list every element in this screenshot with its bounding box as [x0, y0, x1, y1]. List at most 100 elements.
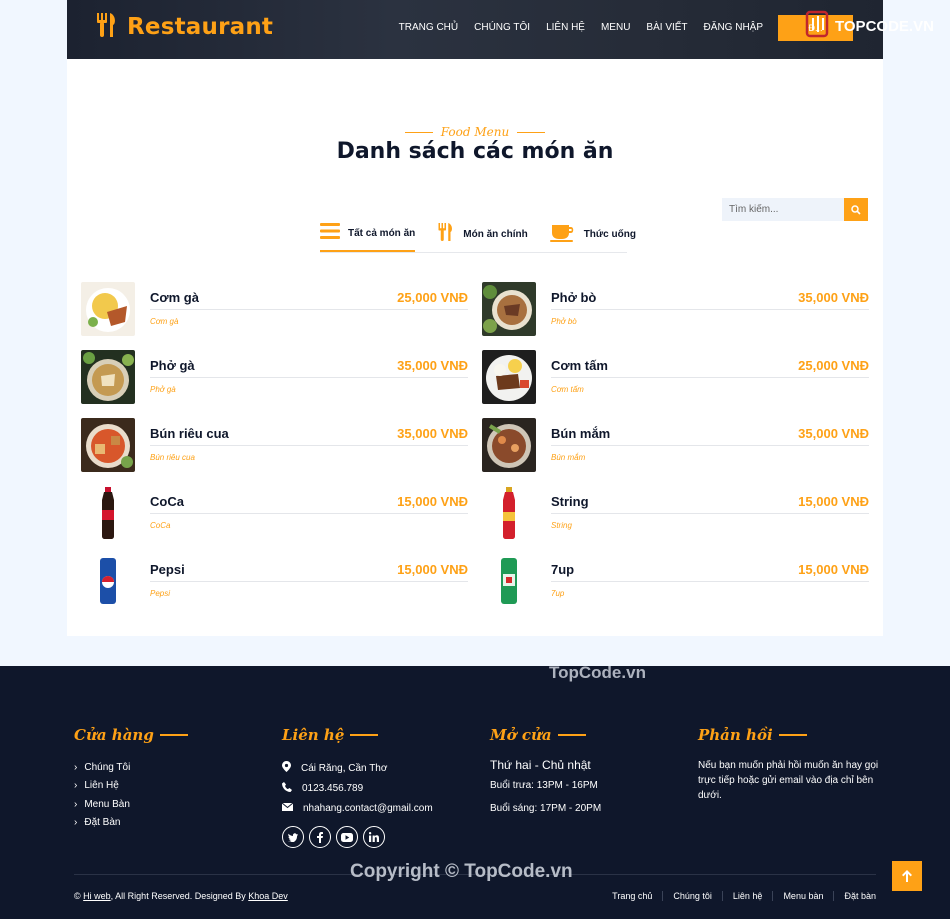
menu-item[interactable]: Cơm gà 25,000 VNĐ Cơm gà [81, 282, 468, 336]
envelope-icon [281, 802, 294, 814]
dish-price: 25,000 VNĐ [798, 358, 869, 373]
subtitle-line-right [517, 131, 546, 133]
dish-image-fish-noodle [482, 418, 536, 472]
nav-item-about[interactable]: CHÚNG TÔI [474, 22, 530, 33]
dish-description: Pepsi [150, 589, 171, 598]
brand-logo[interactable]: Restaurant [95, 12, 273, 42]
footer-link-booking[interactable]: › Đặt Bàn [74, 814, 188, 833]
footer-bottom-nav: Trang chủ Chúng tôi Liên hệ Menu bàn Đặt… [612, 891, 876, 901]
back-to-top-button[interactable] [892, 861, 922, 891]
footer-contact-column: Liên hệ Cái Răng, Cần Thơ 0123.456.789 n… [281, 726, 433, 848]
footer-link-menu[interactable]: › Menu Bàn [74, 795, 188, 814]
dish-divider [551, 377, 869, 378]
dish-name: Pepsi [150, 562, 185, 577]
menu-item[interactable]: Cơm tấm 25,000 VNĐ Cơm tấm [482, 350, 869, 404]
dish-price: 25,000 VNĐ [397, 290, 468, 305]
dish-description: CoCa [150, 521, 171, 530]
dish-divider [551, 445, 869, 446]
page-title: Danh sách các món ăn [336, 139, 614, 164]
footer-nav-contact[interactable]: Liên hệ [723, 891, 774, 901]
footer-link-about[interactable]: › Chúng Tôi [74, 758, 188, 777]
copyright: © Hi web, All Right Reserved. Designed B… [74, 891, 288, 901]
footer-phone[interactable]: 0123.456.789 [282, 778, 433, 798]
tabs-divider [320, 252, 627, 253]
footer-nav-booking[interactable]: Đặt bàn [834, 891, 876, 901]
menu-item[interactable]: Bún riêu cua 35,000 VNĐ Bún riêu cua [81, 418, 468, 472]
menu-item[interactable]: 7up 15,000 VNĐ 7up [482, 554, 869, 608]
main-nav: TRANG CHỦ CHÚNG TÔI LIÊN HỆ MENU BÀI VIẾ… [399, 22, 763, 33]
tab-drinks[interactable]: Thức uống [549, 218, 636, 252]
topcode-watermark-middle: TopCode.vn [549, 663, 646, 682]
subtitle-text: Food Menu [440, 125, 510, 140]
utensils-icon [437, 221, 455, 247]
drink-image-pepsi-can [81, 554, 135, 608]
dish-name: CoCa [150, 494, 184, 509]
chevron-right-icon: › [74, 761, 78, 773]
copyright-site-link[interactable]: Hi web [83, 891, 111, 901]
menu-item[interactable]: Pepsi 15,000 VNĐ Pepsi [81, 554, 468, 608]
search-icon [851, 200, 861, 219]
footer-link-contact[interactable]: › Liên Hệ [74, 777, 188, 796]
menu-item[interactable]: CoCa 15,000 VNĐ CoCa [81, 486, 468, 540]
dish-description: Bún riêu cua [150, 453, 195, 462]
dish-name: Phở bò [551, 290, 597, 305]
dish-name: Bún riêu cua [150, 426, 229, 441]
footer-address: Cái Răng, Cần Thơ [282, 758, 433, 778]
copyright-author-link[interactable]: Khoa Dev [248, 891, 288, 901]
navbar: Restaurant TRANG CHỦ CHÚNG TÔI LIÊN HỆ M… [67, 0, 883, 59]
dish-image-pho-beef [482, 282, 536, 336]
footer-heading: Phản hồi [698, 726, 883, 744]
opening-morning: Buổi sáng: 17PM - 20PM [490, 803, 602, 814]
tab-all-dishes[interactable]: Tất cả món ăn [320, 218, 416, 252]
twitter-icon[interactable] [282, 826, 304, 848]
chevron-right-icon: › [74, 798, 78, 810]
youtube-icon[interactable] [336, 826, 358, 848]
linkedin-icon[interactable] [363, 826, 385, 848]
footer-nav-about[interactable]: Chúng tôi [663, 891, 723, 901]
dish-price: 35,000 VNĐ [397, 358, 468, 373]
footer-heading: Liên hệ [282, 726, 433, 744]
dish-price: 35,000 VNĐ [798, 290, 869, 305]
dish-image-broken-rice [482, 350, 536, 404]
dish-price: 15,000 VNĐ [798, 494, 869, 509]
dish-divider [150, 445, 468, 446]
menu-item[interactable]: Bún mắm 35,000 VNĐ Bún mắm [482, 418, 869, 472]
topcode-logo-icon [805, 10, 831, 42]
menu-item[interactable]: Phở bò 35,000 VNĐ Phở bò [482, 282, 869, 336]
footer-heading: Mở cửa [490, 726, 601, 744]
dish-description: Cơm tấm [551, 385, 584, 394]
footer-nav-menu[interactable]: Menu bàn [773, 891, 835, 901]
nav-item-menu[interactable]: MENU [601, 22, 630, 33]
drink-image-coke-bottle [81, 486, 135, 540]
menu-item[interactable]: Phở gà 35,000 VNĐ Phở gà [81, 350, 468, 404]
drink-image-7up-can [482, 554, 536, 608]
subtitle-line-left [404, 131, 433, 133]
nav-item-contact[interactable]: LIÊN HỆ [546, 22, 585, 33]
dish-description: Phở gà [150, 385, 176, 394]
footer-store-column: Cửa hàng › Chúng Tôi › Liên Hệ › Menu Bàn ›… [74, 726, 188, 832]
search-button[interactable] [844, 198, 868, 221]
tab-label: Tất cả món ăn [348, 227, 416, 239]
list-icon [320, 222, 340, 244]
footer-nav-home[interactable]: Trang chủ [612, 891, 664, 901]
nav-item-home[interactable]: TRANG CHỦ [399, 22, 458, 33]
nav-item-login[interactable]: ĐĂNG NHẬP [704, 22, 763, 33]
footer-email[interactable]: nhahang.contact@gmail.com [281, 798, 433, 818]
footer-opening-column: Mở cửa Thứ hai - Chủ nhật Buổi trưa: 13P… [490, 726, 601, 814]
facebook-icon[interactable] [309, 826, 331, 848]
nav-item-blog[interactable]: BÀI VIẾT [646, 22, 687, 33]
menu-item[interactable]: String 15,000 VNĐ String [482, 486, 869, 540]
coffee-icon [549, 222, 576, 246]
tab-main-dishes[interactable]: Món ăn chính [437, 218, 528, 252]
drink-image-sting-bottle [482, 486, 536, 540]
dish-divider [150, 581, 468, 582]
dish-name: Cơm gà [150, 290, 199, 305]
dish-image-crab-noodle [81, 418, 135, 472]
dish-divider [551, 581, 869, 582]
dish-name: 7up [551, 562, 575, 577]
arrow-up-icon [902, 867, 912, 886]
chevron-right-icon: › [74, 780, 78, 792]
feedback-text: Nếu bạn muốn phải hồi muốn ăn hay gọi tr… [698, 760, 879, 801]
search-input[interactable] [722, 198, 844, 221]
dish-description: 7up [551, 589, 565, 598]
